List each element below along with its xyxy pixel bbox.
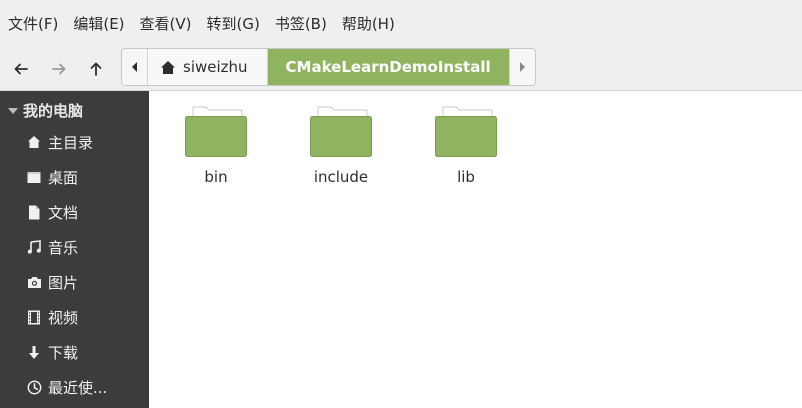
menu-edit[interactable]: 编辑(E) [73,14,124,34]
menu-view[interactable]: 查看(V) [140,14,192,34]
breadcrumb-current[interactable]: CMakeLearnDemoInstall [267,49,509,85]
sidebar-item-label: 文档 [48,203,79,222]
sidebar-item-videos[interactable]: 视频 [26,305,78,329]
sidebar: 我的电脑 主目录 桌面 文档 音乐 图片 视频 下载 最近使... [0,91,149,408]
sidebar-item-label: 下载 [48,343,79,362]
home-icon [26,134,42,150]
sidebar-item-home[interactable]: 主目录 [26,130,93,154]
triangle-left-icon [131,62,137,72]
folder-icon [310,106,372,157]
sidebar-item-downloads[interactable]: 下载 [26,340,78,364]
sidebar-item-label: 图片 [48,273,79,292]
path-scroll-right-button[interactable] [508,49,535,85]
folder-icon [185,106,247,157]
file-view: bin include lib [149,91,802,408]
sidebar-header-label: 我的电脑 [23,102,84,120]
breadcrumb-home-label: siweizhu [183,58,248,76]
path-bar: siweizhu CMakeLearnDemoInstall [121,48,536,86]
menu-bookmarks[interactable]: 书签(B) [275,14,327,34]
folder-label: bin [204,168,228,186]
arrow-right-icon [52,63,66,75]
arrow-up-icon [90,62,102,76]
sidebar-item-desktop[interactable]: 桌面 [26,165,78,189]
sidebar-item-recent[interactable]: 最近使... [26,375,107,399]
camera-icon [26,274,42,290]
clock-icon [26,379,42,395]
sidebar-item-label: 视频 [48,308,79,327]
film-icon [26,309,42,325]
toolbar: siweizhu CMakeLearnDemoInstall [0,48,802,91]
breadcrumb-current-label: CMakeLearnDemoInstall [285,58,491,76]
sidebar-item-label: 桌面 [48,168,79,187]
menu-bar: 文件(F) 编辑(E) 查看(V) 转到(G) 书签(B) 帮助(H) [0,0,802,48]
triangle-right-icon [520,62,526,72]
menu-help[interactable]: 帮助(H) [342,14,395,34]
menu-file[interactable]: 文件(F) [8,14,58,34]
music-icon [26,239,42,255]
folder-label: lib [457,168,475,186]
download-icon [26,344,42,360]
folder-item[interactable]: bin [166,106,266,186]
sidebar-item-pictures[interactable]: 图片 [26,270,78,294]
document-icon [26,204,42,220]
forward-button[interactable] [46,57,72,81]
folder-label: include [313,168,369,186]
sidebar-item-label: 主目录 [48,133,94,152]
path-scroll-left-button[interactable] [122,49,148,85]
home-icon [160,60,176,75]
folder-icon [435,106,497,157]
sidebar-item-label: 最近使... [48,378,108,397]
sidebar-item-label: 音乐 [48,238,79,257]
breadcrumb-home[interactable]: siweizhu [148,49,268,85]
sidebar-item-music[interactable]: 音乐 [26,235,78,259]
folder-item[interactable]: lib [416,106,516,186]
arrow-left-icon [14,63,28,75]
back-button[interactable] [8,57,34,81]
folder-item[interactable]: include [291,106,391,186]
sidebar-section-header[interactable]: 我的电脑 [8,100,83,121]
sidebar-item-documents[interactable]: 文档 [26,200,78,224]
up-button[interactable] [83,57,109,81]
desktop-icon [26,169,42,185]
menu-go[interactable]: 转到(G) [207,14,260,34]
chevron-down-icon [8,107,18,115]
